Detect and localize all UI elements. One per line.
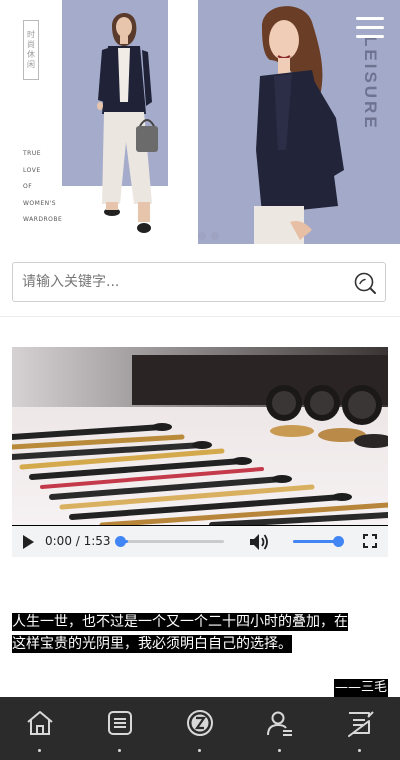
- carousel-dot[interactable]: [198, 232, 206, 240]
- quote-line: 这样宝贵的光阴里，我必须明白自己的选择。: [12, 635, 292, 653]
- nav-dot: [198, 749, 201, 752]
- hero-side-word: LEISURE: [361, 36, 380, 131]
- video-progress-knob[interactable]: [115, 536, 126, 547]
- menu-button[interactable]: [356, 16, 386, 38]
- video-frame-makeup-brushes: [12, 347, 388, 525]
- nav-dot: [38, 749, 41, 752]
- home-icon: [27, 711, 53, 735]
- search-input[interactable]: [13, 263, 342, 301]
- hero-model-right-image: [254, 6, 344, 244]
- user-icon: [267, 711, 292, 736]
- carousel-dot[interactable]: [185, 232, 193, 240]
- menu-bar: [356, 17, 384, 20]
- nav-item-home[interactable]: [0, 697, 80, 760]
- nav-dot: [358, 749, 361, 752]
- volume-slider[interactable]: [293, 536, 344, 547]
- menu-bar: [356, 35, 384, 38]
- nav-dot: [118, 749, 121, 752]
- quote-text: 人生一世，也不过是一个又一个二十四小时的叠加，在 这样宝贵的光阴里，我必须明白自…: [12, 611, 388, 655]
- nav-dot: [278, 749, 281, 752]
- search-icon[interactable]: [353, 271, 377, 295]
- quote-author: ——三毛: [333, 679, 388, 697]
- hero-vertical-label: 时尚休闲: [26, 30, 36, 70]
- nav-item-user[interactable]: [240, 697, 320, 760]
- hero-banner[interactable]: 时尚休闲 TRUE LOVE OF WOMEN'S WARDROBE LEISU…: [0, 0, 400, 244]
- carousel-indicators: [185, 232, 219, 240]
- nav-item-list[interactable]: [80, 697, 160, 760]
- video-controls: 0:00 / 1:53: [12, 526, 388, 557]
- section-divider: [0, 316, 400, 317]
- carousel-dot[interactable]: [211, 232, 219, 240]
- hero-vertical-label-box: 时尚休闲: [23, 20, 39, 80]
- search-bar: [12, 262, 386, 302]
- video-progress-slider[interactable]: [115, 536, 224, 547]
- quote-line: 人生一世，也不过是一个又一个二十四小时的叠加，在: [12, 613, 348, 631]
- hero-model-left-image: [97, 12, 158, 233]
- play-icon[interactable]: [23, 535, 34, 549]
- list-icon: [108, 711, 132, 735]
- volume-knob[interactable]: [333, 536, 344, 547]
- video-time: 0:00 / 1:53: [45, 534, 111, 548]
- volume-icon[interactable]: [248, 532, 270, 552]
- menu-bar: [356, 26, 384, 29]
- brand-icon: [187, 710, 213, 736]
- volume-fill: [293, 540, 338, 543]
- nav-item-brand[interactable]: [160, 697, 240, 760]
- fullscreen-icon[interactable]: [363, 534, 377, 548]
- bottom-nav: [0, 697, 400, 760]
- nav-item-messages[interactable]: [320, 697, 400, 760]
- message-icon: [348, 711, 374, 737]
